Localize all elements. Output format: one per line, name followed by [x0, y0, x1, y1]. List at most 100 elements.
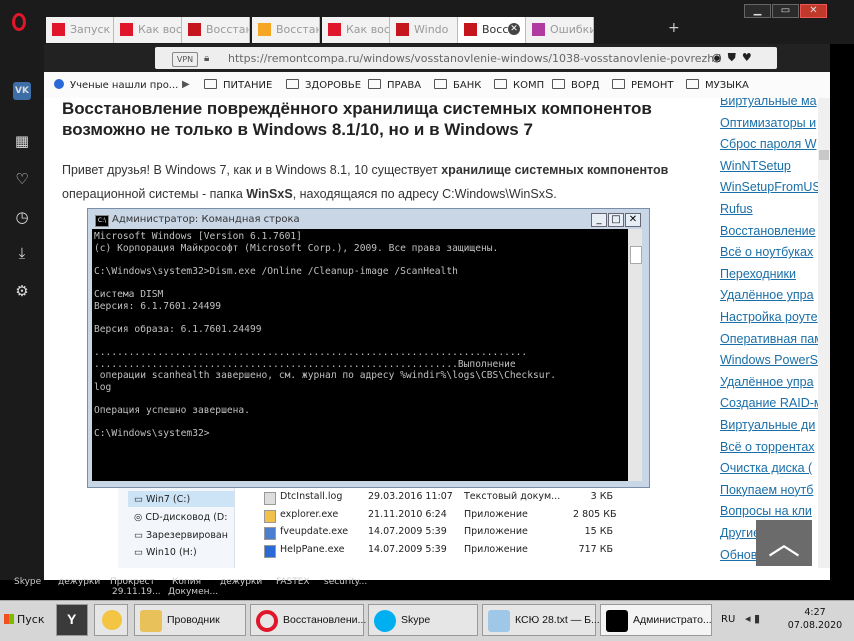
folder-icon	[686, 79, 699, 89]
lock-icon[interactable]: 🔒︎	[204, 53, 209, 64]
browser-tab[interactable]: Как вос	[114, 17, 182, 43]
minimize-button[interactable]: ▁	[744, 4, 771, 18]
taskbar-explorer-button[interactable]: Проводник	[134, 604, 246, 636]
sidebar-link[interactable]: Rufus	[720, 202, 753, 216]
notepad-icon	[488, 610, 510, 632]
bookmark-folder[interactable]: ВОРД	[552, 79, 600, 91]
console-line: ........................................…	[94, 346, 528, 358]
sidebar-link[interactable]: Windows PowerS	[720, 353, 818, 367]
heart-icon[interactable]: ♥	[742, 51, 758, 64]
folder-icon	[434, 79, 447, 89]
sidebar-link[interactable]: Настройка роуте	[720, 310, 818, 324]
taskbar-app-button[interactable]	[94, 604, 128, 636]
browser-tab[interactable]: Восс ✕	[458, 17, 526, 43]
sidebar-link[interactable]: Вопросы на кли	[720, 504, 812, 518]
language-indicator[interactable]: RU	[721, 614, 735, 625]
bookmark-folder[interactable]: БАНК	[434, 79, 481, 91]
article-paragraph: Привет друзья! В Windows 7, как и в Wind…	[62, 163, 669, 201]
shield-icon[interactable]: ⛊	[728, 51, 742, 64]
page-scrollbar[interactable]	[818, 98, 830, 568]
tray-icons[interactable]: ◂ ▮	[745, 612, 760, 625]
sidebar-link[interactable]: Удалённое упра	[720, 375, 814, 389]
taskbar-cmd-button[interactable]: Администрато...	[600, 604, 712, 636]
sidebar-link[interactable]: Всё о ноутбуках	[720, 245, 813, 259]
bookmark-folder[interactable]: КОМП	[494, 79, 544, 91]
start-button[interactable]: Пуск	[0, 602, 48, 638]
taskbar-opera-button[interactable]: Восстановлени...	[250, 604, 366, 636]
yandex-icon: Y	[67, 611, 77, 627]
browser-tab[interactable]: Запуск	[46, 17, 114, 43]
vpn-badge[interactable]: VPN	[172, 52, 198, 67]
browser-tab[interactable]: Windo	[390, 17, 458, 43]
camera-icon[interactable]: ◉	[712, 51, 728, 64]
globe-icon	[54, 79, 64, 89]
cmd-maximize-button[interactable]: □	[608, 213, 624, 227]
console-line: ........................................…	[94, 358, 516, 370]
sidebar-link[interactable]: Оптимизаторы и	[720, 116, 816, 130]
bookmark-item[interactable]: Ученые нашли про...	[54, 79, 178, 91]
bookmark-folder[interactable]: МУЗЫКА	[686, 79, 749, 91]
scrollbar-thumb[interactable]	[819, 150, 829, 160]
taskbar-yandex-button[interactable]: Y	[56, 604, 88, 636]
sidebar-link[interactable]: Восстановление	[720, 224, 816, 238]
scroll-to-top-button[interactable]: ︿	[756, 520, 812, 566]
chevron-up-icon: ︿	[767, 524, 800, 562]
bookmark-folder[interactable]: ПРАВА	[368, 79, 421, 91]
browser-tab[interactable]: Как вос	[322, 17, 390, 43]
clock[interactable]: 4:27 07.08.2020	[780, 606, 850, 632]
tab-favicon-icon	[120, 23, 133, 36]
sidebar-link[interactable]: Очистка диска (	[720, 461, 812, 475]
sidebar-link[interactable]: Виртуальные ма	[720, 98, 817, 108]
file-icon	[264, 544, 276, 558]
sidebar-link[interactable]: WinSetupFromUS	[720, 180, 818, 194]
network-icon[interactable]: ▮	[754, 612, 760, 625]
separator-arrow-icon: ▶	[182, 79, 190, 90]
sidebar-link[interactable]: Оперативная пам	[720, 332, 818, 346]
console-line: Версия: 6.1.7601.24499	[94, 300, 222, 312]
sidebar-link[interactable]: Удалённое упра	[720, 288, 814, 302]
history-icon[interactable]: ◷	[13, 208, 31, 226]
heart-icon[interactable]: ♡	[13, 170, 31, 188]
sidebar-link[interactable]: Всё о торрентах	[720, 440, 815, 454]
sidebar-link[interactable]: Создание RAID-м	[720, 396, 818, 410]
vk-icon[interactable]: VK	[13, 82, 31, 100]
sidebar-link[interactable]: Покупаем ноутб	[720, 483, 813, 497]
new-tab-button[interactable]: +	[668, 20, 680, 36]
file-icon	[264, 492, 276, 505]
maximize-button[interactable]: ▭	[772, 4, 799, 18]
taskbar-notepad-button[interactable]: КСЮ 28.txt — Б...	[482, 604, 600, 636]
bookmark-folder[interactable]: РЕМОНТ	[612, 79, 673, 91]
speed-dial-icon[interactable]: ▦	[13, 132, 31, 150]
sidebar-link[interactable]: WinNTSetup	[720, 159, 791, 173]
speaker-icon[interactable]: ◂	[745, 612, 751, 625]
cmd-close-button[interactable]: ✕	[625, 213, 641, 227]
cmd-scrollbar[interactable]	[628, 229, 642, 481]
cmd-scrollbar-thumb[interactable]	[630, 246, 642, 264]
sidebar-link[interactable]: Сброс пароля W	[720, 137, 817, 151]
browser-tab[interactable]: Ошибки	[526, 17, 594, 43]
taskbar-skype-button[interactable]: Skype	[368, 604, 478, 636]
browser-tab[interactable]: Восстан	[252, 17, 320, 43]
folder-icon	[140, 610, 162, 632]
drive-icon: ▭	[134, 547, 146, 558]
tab-title: Запуск	[70, 23, 111, 36]
bookmark-folder[interactable]: ПИТАНИЕ	[204, 79, 272, 91]
address-actions[interactable]: ◉⛊♥	[712, 51, 758, 65]
cmd-minimize-button[interactable]: _	[591, 213, 607, 227]
browser-tab[interactable]: Восстан	[182, 17, 250, 43]
sidebar-link[interactable]: Виртуальные ди	[720, 418, 815, 432]
url-text[interactable]: https://remontcompa.ru/windows/vosstanov…	[228, 52, 721, 65]
close-window-button[interactable]: ✕	[800, 4, 827, 18]
tab-title: Восс	[482, 23, 509, 36]
sidebar-link[interactable]: Переходники	[720, 267, 796, 281]
close-tab-icon[interactable]: ✕	[508, 23, 520, 35]
download-icon[interactable]: ⤓	[13, 244, 31, 262]
bookmark-folder[interactable]: ЗДОРОВЬЕ	[286, 79, 361, 91]
desktop-label: FASTEX	[276, 577, 310, 587]
tab-title: Как вос	[346, 23, 390, 36]
folder-icon	[552, 79, 565, 89]
desktop-label: Skype	[14, 577, 42, 587]
settings-icon[interactable]: ⚙	[13, 282, 31, 300]
opera-logo-icon[interactable]	[12, 13, 26, 31]
